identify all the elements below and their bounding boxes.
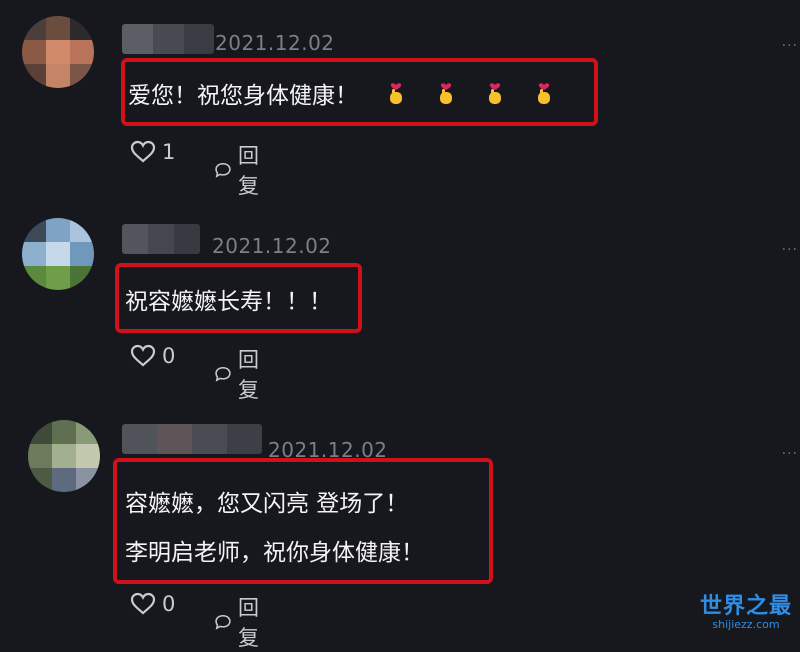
like-count: 1 [162,140,176,164]
fingers-heart-emoji [488,83,501,104]
like-button[interactable]: 0 [130,592,175,616]
avatar[interactable] [28,420,100,492]
watermark-url: shijiezz.com [712,618,780,631]
like-count: 0 [162,344,176,368]
watermark-logo: 世界之最 shijiezz.com [700,588,792,631]
username-blurred[interactable] [122,424,262,454]
fingers-heart-emoji [390,83,403,104]
heart-outline-icon [130,344,156,367]
comment-date: 2021.12.02 [212,234,332,258]
comment-date: 2021.12.02 [215,31,335,55]
heart-outline-icon [130,592,156,615]
username-blurred[interactable] [122,24,214,54]
reply-button[interactable]: 回复 [214,140,267,200]
speech-bubble-icon [215,163,231,178]
speech-bubble-icon [215,615,231,630]
heart-outline-icon [130,140,156,163]
more-dots-icon[interactable]: ··· [782,242,798,258]
username-blurred[interactable] [122,224,200,254]
comment-text-line: 李明启老师，祝你身体健康！ [125,540,424,566]
comment-text: 爱您！祝您身体健康！ [128,76,555,110]
watermark-title: 世界之最 [699,594,792,619]
like-count: 0 [162,592,176,616]
reply-button[interactable]: 回复 [214,344,267,404]
speech-bubble-icon [215,367,231,382]
fingers-heart-emoji [439,83,452,104]
more-dots-icon[interactable]: ··· [782,446,798,462]
comment-text-line: 爱您！祝您身体健康！ [128,83,358,109]
reply-button[interactable]: 回复 [214,592,267,652]
reply-label: 回复 [237,144,259,198]
more-dots-icon[interactable]: ··· [782,38,798,54]
comment-text-line: 祝容嬷嬷长寿！！！ [125,289,332,315]
reply-label: 回复 [237,348,259,402]
like-button[interactable]: 0 [130,344,175,368]
like-button[interactable]: 1 [130,140,175,164]
avatar[interactable] [22,218,94,290]
fingers-heart-emoji [538,83,551,104]
avatar[interactable] [22,16,94,88]
comment-text-line: 容嬷嬷，您又闪亮 登场了！ [125,491,409,517]
reply-label: 回复 [237,596,259,650]
